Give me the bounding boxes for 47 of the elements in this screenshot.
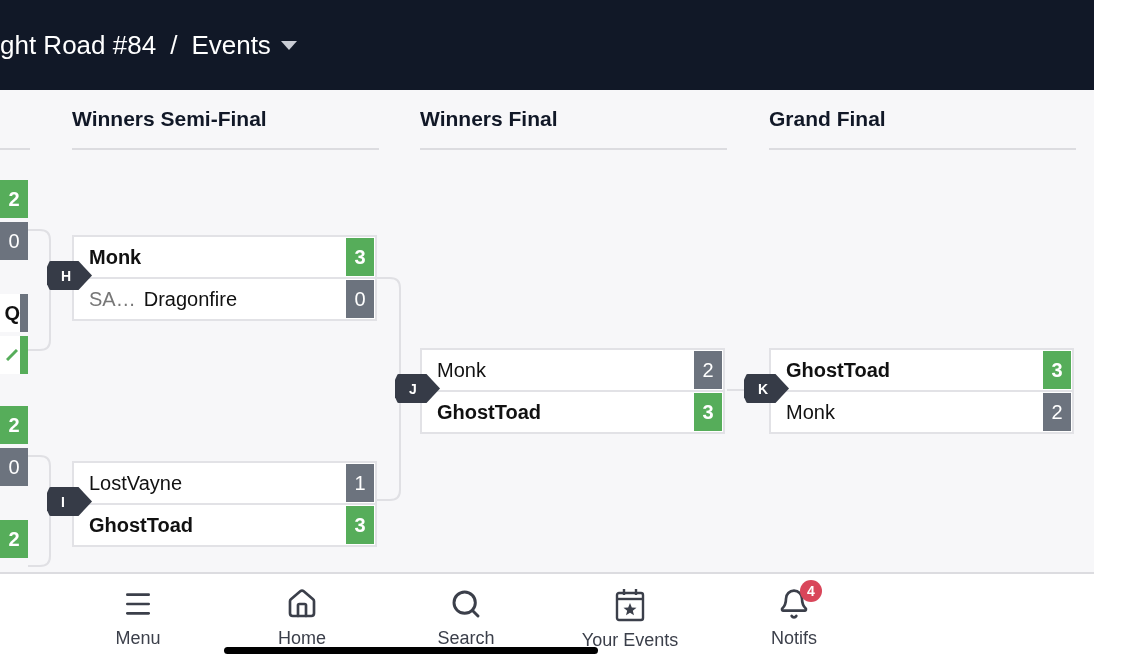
team-tag: SA… [89, 287, 136, 311]
event-title: ght Road #84 [0, 29, 157, 61]
match-card[interactable]: Monk 2 GhostToad 3 [420, 348, 725, 434]
nav-item[interactable]: Your Events [548, 574, 712, 660]
nav-item[interactable]: Search [384, 574, 548, 660]
player-name: LostVayne [89, 471, 183, 495]
score: 3 [694, 393, 722, 431]
notification-count: 4 [800, 580, 822, 602]
nav-label: Your Events [581, 630, 679, 651]
player-name: Monk [786, 400, 835, 424]
score: 1 [346, 464, 374, 502]
score: 2 [0, 180, 28, 218]
check-icon [6, 349, 18, 361]
nav-label: Home [278, 628, 326, 649]
round-title: Winners Final [420, 107, 558, 131]
search-icon [450, 588, 482, 620]
score: 0 [0, 222, 28, 260]
player-name: Dragonfire [143, 287, 238, 311]
section-dropdown[interactable]: Events [191, 29, 297, 61]
nav-item[interactable]: 4 Notifs [712, 574, 876, 660]
score: 2 [1043, 393, 1071, 431]
round-title: Winners Semi-Final [72, 107, 267, 131]
score: 0 [346, 280, 374, 318]
score: 3 [346, 506, 374, 544]
score: 2 [0, 520, 28, 558]
breadcrumb-separator: / [170, 29, 178, 61]
nav-label: Notifs [771, 628, 817, 649]
player-name: GhostToad [786, 358, 891, 382]
player-name: Monk [437, 358, 486, 382]
nav-label: Menu [115, 628, 161, 649]
match-card[interactable]: GhostToad 3 Monk 2 [769, 348, 1074, 434]
nav-label: Search [437, 628, 495, 649]
match-card[interactable]: Monk 3 SA… Dragonfire 0 [72, 235, 377, 321]
nav-item[interactable]: Home [220, 574, 384, 660]
player-name: GhostToad [89, 513, 194, 537]
score: 3 [346, 238, 374, 276]
home-icon [286, 588, 318, 620]
score: 0 [0, 448, 28, 486]
score: 2 [694, 351, 722, 389]
player-name: Monk [89, 245, 142, 269]
score: 2 [0, 406, 28, 444]
player-name: Q [0, 294, 20, 332]
score: 3 [1043, 351, 1071, 389]
round-title: Grand Final [769, 107, 886, 131]
nav-item[interactable]: Menu [56, 574, 220, 660]
player-name: GhostToad [437, 400, 542, 424]
match-card[interactable]: LostVayne 1 GhostToad 3 [72, 461, 377, 547]
